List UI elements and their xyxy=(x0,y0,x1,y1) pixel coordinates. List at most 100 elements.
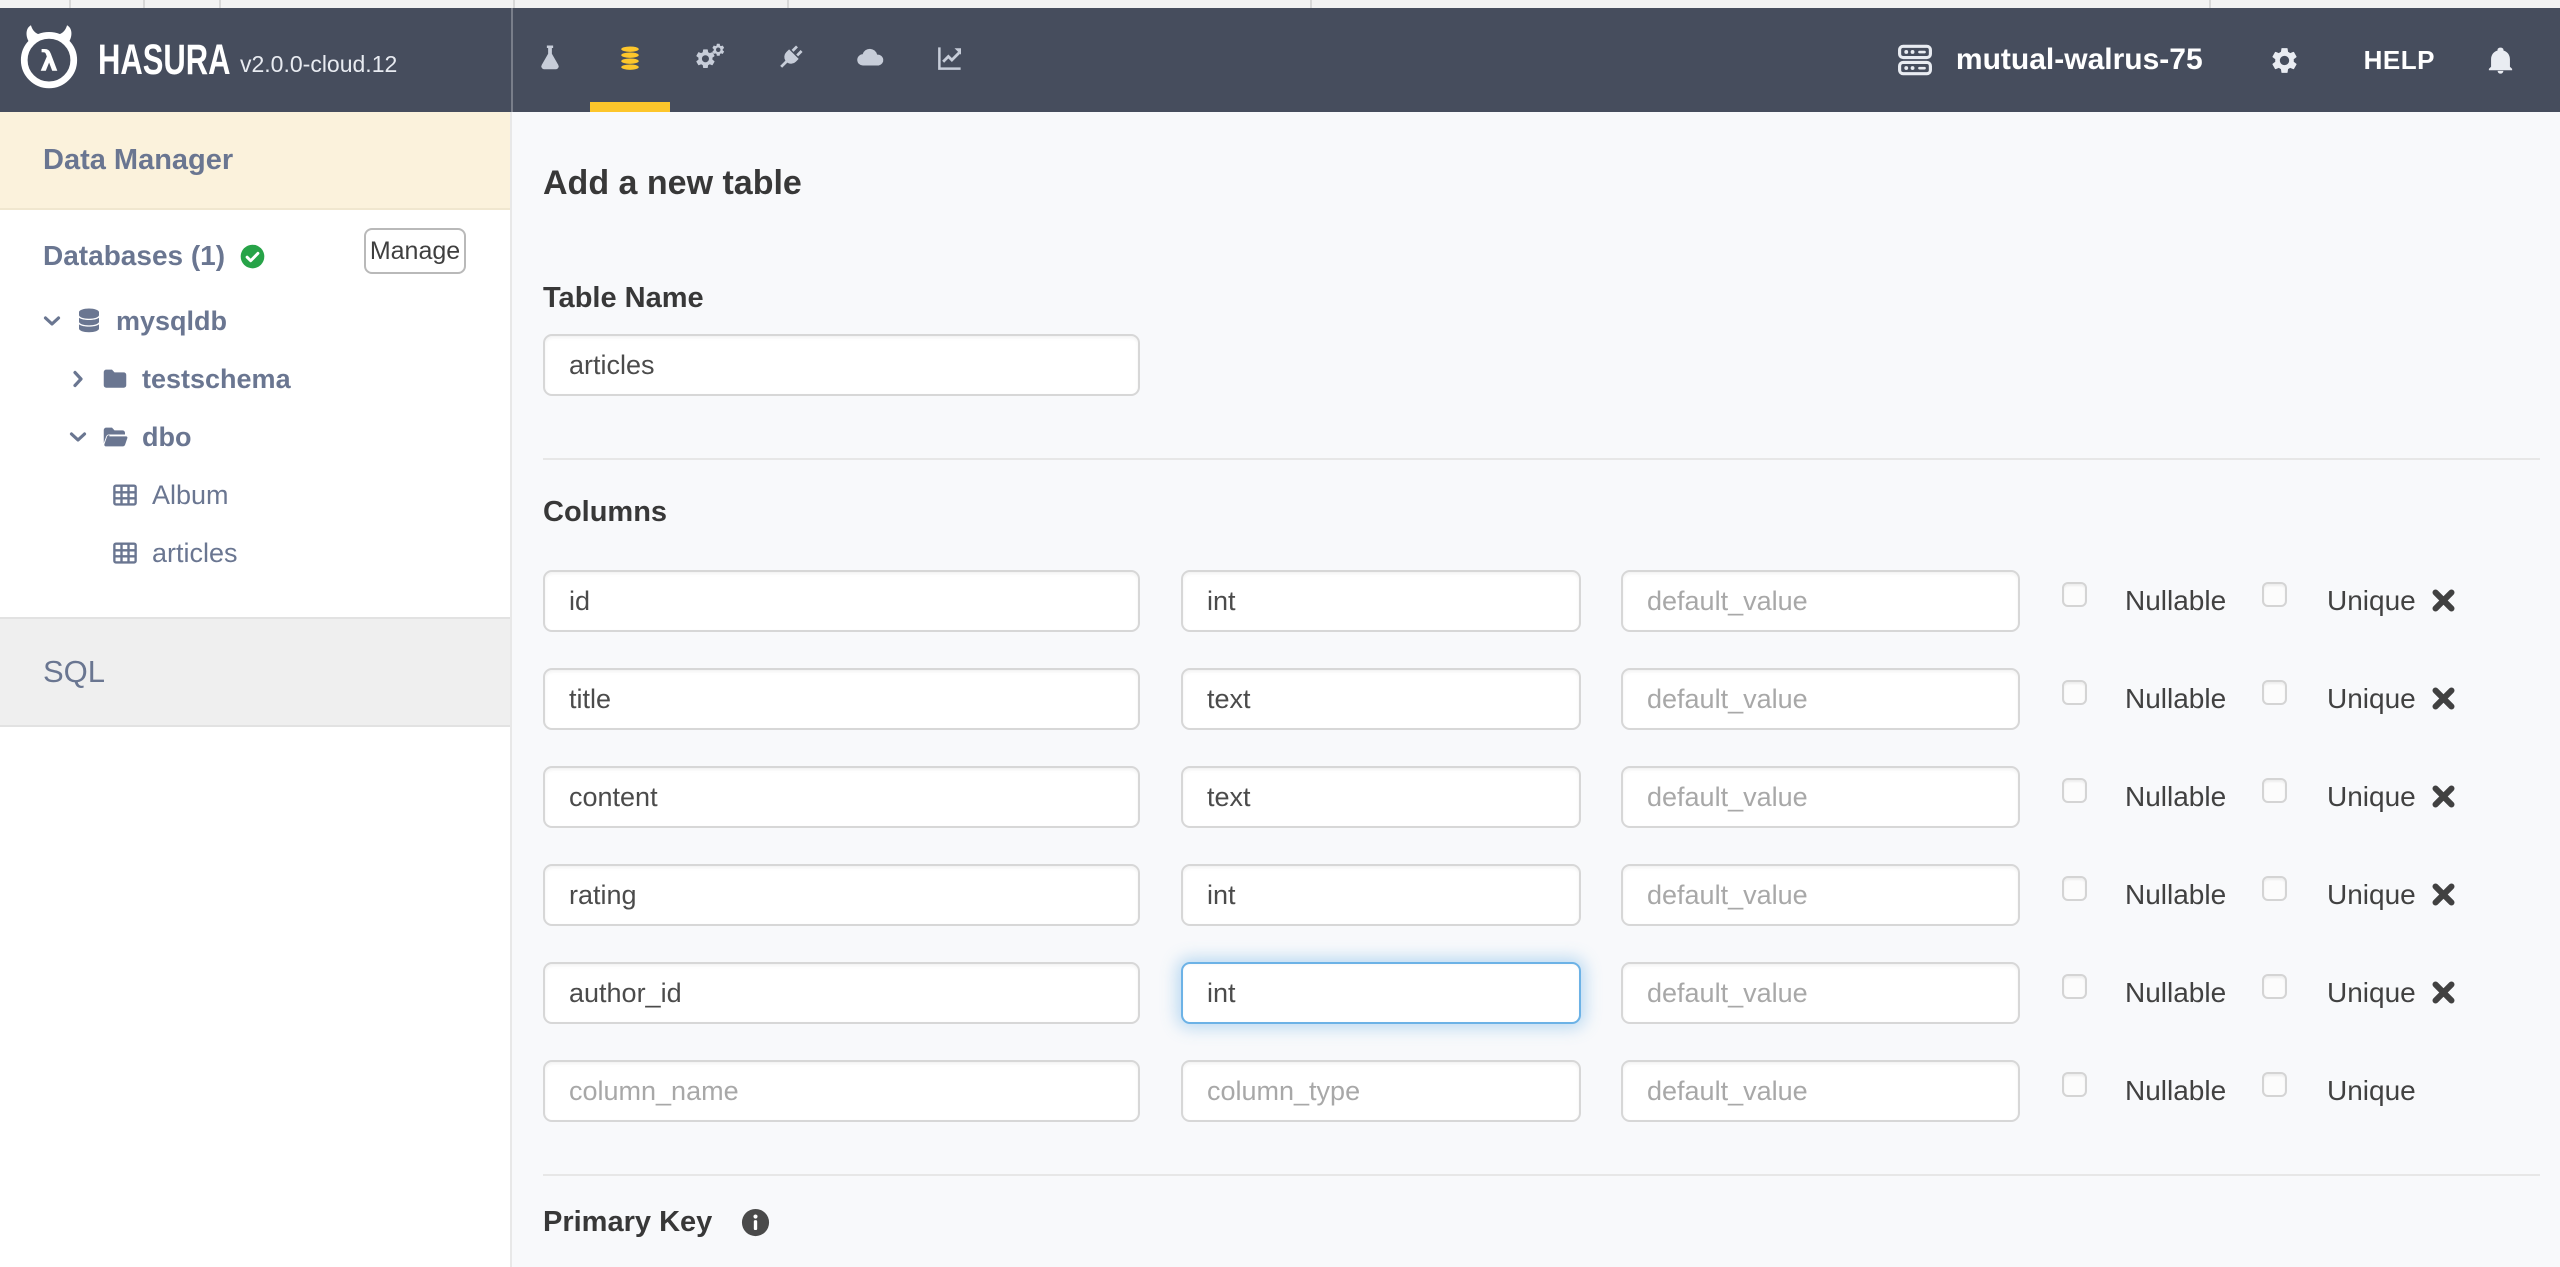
browser-tab-divider xyxy=(1310,0,1312,8)
nav-tabs xyxy=(510,8,990,112)
column-default-input[interactable] xyxy=(1621,864,2020,926)
browser-tab-divider xyxy=(219,0,221,8)
brand[interactable]: λ HASURA v2.0.0-cloud.12 xyxy=(16,8,397,112)
tree-item-dbo[interactable]: dbo xyxy=(0,408,510,466)
column-type-input[interactable] xyxy=(1181,962,1581,1024)
unique-checkbox[interactable] xyxy=(2262,876,2287,901)
tree-item-testschema[interactable]: testschema xyxy=(0,350,510,408)
sql-label: SQL xyxy=(43,654,105,690)
column-default-input[interactable] xyxy=(1621,570,2020,632)
browser-tab-divider xyxy=(143,0,145,8)
column-default-input[interactable] xyxy=(1621,962,2020,1024)
browser-tab-divider xyxy=(69,0,71,8)
browser-edge-strip xyxy=(0,0,2560,8)
remove-column-icon[interactable] xyxy=(2427,878,2460,911)
svg-text:λ: λ xyxy=(40,43,58,77)
flask-icon xyxy=(535,43,565,78)
chevron-right-icon[interactable] xyxy=(66,367,92,391)
sidebar-title-label: Data Manager xyxy=(43,144,233,177)
databases-count-text: Databases (1) xyxy=(43,240,225,272)
column-name-input[interactable] xyxy=(543,668,1140,730)
nav-tab-remote-schemas[interactable] xyxy=(750,8,830,112)
remove-column-icon[interactable] xyxy=(2427,584,2460,617)
sidebar-item-sql[interactable]: SQL xyxy=(0,617,510,727)
column-type-input[interactable] xyxy=(1181,570,1581,632)
nullable-label: Nullable xyxy=(2125,683,2226,715)
column-name-input[interactable] xyxy=(543,1060,1140,1122)
project-name[interactable]: mutual-walrus-75 xyxy=(1956,43,2203,77)
unique-checkbox[interactable] xyxy=(2262,1072,2287,1097)
hasura-logo-icon: λ xyxy=(16,24,82,90)
tree-item-mysqldb[interactable]: mysqldb xyxy=(0,292,510,350)
chevron-down-icon[interactable] xyxy=(40,309,66,333)
nullable-checkbox[interactable] xyxy=(2062,974,2087,999)
manage-button[interactable]: Manage xyxy=(364,228,466,274)
column-default-input[interactable] xyxy=(1621,668,2020,730)
info-circle-icon[interactable] xyxy=(740,1207,771,1238)
browser-tab-divider xyxy=(2209,0,2211,8)
nullable-checkbox[interactable] xyxy=(2062,876,2087,901)
active-tab-underline xyxy=(590,102,670,112)
tree-item-label: testschema xyxy=(142,364,291,395)
remove-column-icon[interactable] xyxy=(2427,682,2460,715)
column-row-5: NullableUnique xyxy=(543,1060,2560,1122)
section-divider xyxy=(543,1174,2540,1176)
nav-tab-events[interactable] xyxy=(830,8,910,112)
nullable-label: Nullable xyxy=(2125,977,2226,1009)
gear-icon[interactable] xyxy=(2269,45,2300,76)
column-type-input[interactable] xyxy=(1181,1060,1581,1122)
chevron-down-icon[interactable] xyxy=(66,425,92,449)
nullable-checkbox[interactable] xyxy=(2062,1072,2087,1097)
databases-count-label: Databases (1) xyxy=(43,240,266,272)
nav-tab-actions[interactable] xyxy=(670,8,750,112)
sidebar: Data Manager Databases (1) Manage mysqld… xyxy=(0,112,512,1267)
bell-icon[interactable] xyxy=(2485,45,2516,76)
nullable-checkbox[interactable] xyxy=(2062,778,2087,803)
nav-tab-data[interactable] xyxy=(590,8,670,112)
remove-column-icon[interactable] xyxy=(2427,976,2460,1009)
tree-item-Album[interactable]: Album xyxy=(0,466,510,524)
column-row-4: Nullable Unique xyxy=(543,962,2560,1024)
database-icon xyxy=(615,43,645,78)
nullable-checkbox[interactable] xyxy=(2062,680,2087,705)
column-type-input[interactable] xyxy=(1181,864,1581,926)
hasura-console: λ HASURA v2.0.0-cloud.12 mutual-walrus-7… xyxy=(0,0,2560,1267)
column-row-0: NullableUnique xyxy=(543,570,2560,632)
table-name-input[interactable] xyxy=(543,334,1140,396)
plug-icon xyxy=(775,43,805,78)
tree-item-label: mysqldb xyxy=(116,306,227,337)
column-type-input[interactable] xyxy=(1181,766,1581,828)
nav-tab-api[interactable] xyxy=(510,8,590,112)
remove-column-icon[interactable] xyxy=(2427,780,2460,813)
unique-checkbox[interactable] xyxy=(2262,778,2287,803)
folder-icon xyxy=(100,364,130,394)
unique-checkbox[interactable] xyxy=(2262,680,2287,705)
unique-label: Unique xyxy=(2327,977,2416,1009)
section-divider xyxy=(543,458,2540,460)
folder-open-icon xyxy=(100,422,130,452)
main-content: Add a new table Table Name Columns Nulla… xyxy=(512,112,2560,1267)
version-label: v2.0.0-cloud.12 xyxy=(240,51,397,78)
check-circle-icon xyxy=(239,243,266,270)
tree-item-label: Album xyxy=(152,480,229,511)
column-default-input[interactable] xyxy=(1621,766,2020,828)
column-type-input[interactable] xyxy=(1181,668,1581,730)
nav-tab-monitoring[interactable] xyxy=(910,8,990,112)
column-name-input[interactable] xyxy=(543,962,1140,1024)
column-name-input[interactable] xyxy=(543,864,1140,926)
unique-checkbox[interactable] xyxy=(2262,974,2287,999)
column-name-input[interactable] xyxy=(543,766,1140,828)
help-link[interactable]: HELP xyxy=(2364,45,2435,76)
column-row-2: NullableUnique xyxy=(543,766,2560,828)
nullable-label: Nullable xyxy=(2125,879,2226,911)
primary-key-label: Primary Key xyxy=(543,1206,712,1239)
column-row-3: NullableUnique xyxy=(543,864,2560,926)
column-name-input[interactable] xyxy=(543,570,1140,632)
nullable-checkbox[interactable] xyxy=(2062,582,2087,607)
chart-line-icon xyxy=(935,43,965,78)
tree-item-articles[interactable]: articles xyxy=(0,524,510,582)
unique-checkbox[interactable] xyxy=(2262,582,2287,607)
unique-label: Unique xyxy=(2327,1075,2416,1107)
brand-name: HASURA xyxy=(98,36,230,85)
column-default-input[interactable] xyxy=(1621,1060,2020,1122)
